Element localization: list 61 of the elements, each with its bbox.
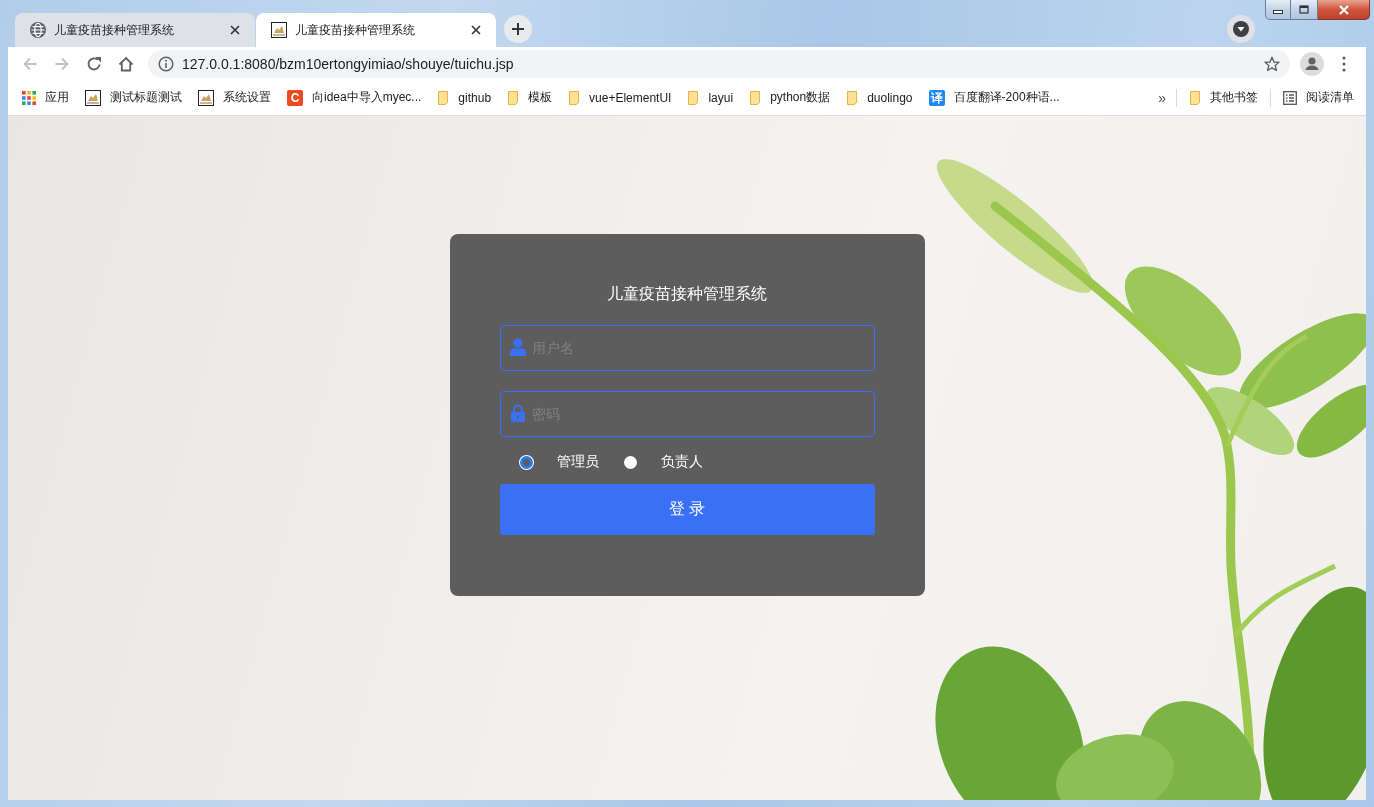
close-window-button[interactable]	[1318, 0, 1370, 20]
home-icon	[118, 55, 134, 72]
folder-icon	[749, 89, 762, 106]
login-title: 儿童疫苗接种管理系统	[606, 284, 768, 304]
role-label[interactable]: 管理员	[556, 453, 599, 471]
new-tab-button[interactable]	[504, 15, 532, 43]
back-arrow-icon	[22, 55, 38, 72]
minimize-icon	[1273, 10, 1283, 14]
login-button[interactable]: 登 录	[499, 484, 875, 535]
bookmark-item[interactable]: vue+ElementUI	[560, 83, 680, 112]
user-icon	[509, 338, 526, 356]
reading-list-button[interactable]: 阅读清单	[1275, 83, 1360, 112]
close-icon	[471, 25, 481, 35]
folder-icon	[437, 89, 450, 106]
bookmark-item[interactable]: github	[429, 83, 500, 112]
browser-tab[interactable]: 儿童疫苗接种管理系统	[256, 13, 496, 47]
letter-icon: 译	[928, 89, 945, 106]
browser-tab[interactable]: 儿童疫苗接种管理系统	[15, 13, 255, 47]
folder-icon	[507, 89, 520, 106]
bookmark-item[interactable]: layui	[679, 83, 742, 112]
maximize-icon	[1299, 5, 1309, 14]
menu-icon	[1342, 55, 1346, 72]
bookmark-folder-item[interactable]: 其他书签	[1181, 83, 1266, 112]
maximize-button[interactable]	[1291, 0, 1318, 20]
profile-button[interactable]	[1298, 49, 1326, 78]
picture-icon	[85, 89, 101, 106]
picture-icon	[271, 22, 287, 38]
forward-arrow-icon	[54, 55, 70, 72]
plus-icon	[511, 22, 525, 36]
letter-icon: C	[287, 89, 303, 106]
folder-icon	[568, 89, 581, 106]
folder-icon	[687, 89, 700, 106]
close-icon	[230, 25, 240, 35]
bookmark-item[interactable]: 应用	[14, 83, 77, 112]
folder-icon	[846, 89, 859, 106]
reload-icon	[86, 55, 102, 72]
bookmark-item[interactable]: python数据	[741, 83, 839, 112]
apps-grid-icon	[22, 90, 36, 105]
close-icon	[1337, 4, 1350, 15]
bookmark-item[interactable]: 模板	[499, 83, 561, 112]
minimize-button[interactable]	[1265, 0, 1291, 20]
globe-icon	[30, 22, 46, 38]
bookmark-item[interactable]: C 向idea中导入myec...	[279, 83, 430, 112]
role-label[interactable]: 负责人	[660, 453, 703, 471]
list-icon	[1283, 90, 1297, 105]
radio-button[interactable]	[623, 455, 637, 469]
folder-icon	[1189, 89, 1201, 106]
bookmark-item[interactable]: 系统设置	[190, 83, 279, 112]
bookmark-item[interactable]: 测试标题测试	[77, 83, 190, 112]
lock-icon	[510, 404, 525, 422]
more-bookmarks-button[interactable]: »	[1152, 85, 1172, 110]
radio-button[interactable]	[519, 455, 533, 469]
tab-search-button[interactable]	[1227, 15, 1255, 43]
picture-icon	[198, 89, 214, 106]
star-icon	[1264, 55, 1280, 72]
bookmark-item[interactable]: 译 百度翻译-200种语...	[920, 83, 1068, 112]
info-icon	[158, 55, 174, 72]
bookmark-item[interactable]: duolingo	[838, 83, 921, 112]
address-bar[interactable]: 127.0.0.1:8080/bzm10ertongyimiao/shouye/tuichu.jsp	[148, 49, 1290, 78]
caret-down-icon	[1233, 21, 1249, 37]
person-icon	[1300, 51, 1324, 76]
